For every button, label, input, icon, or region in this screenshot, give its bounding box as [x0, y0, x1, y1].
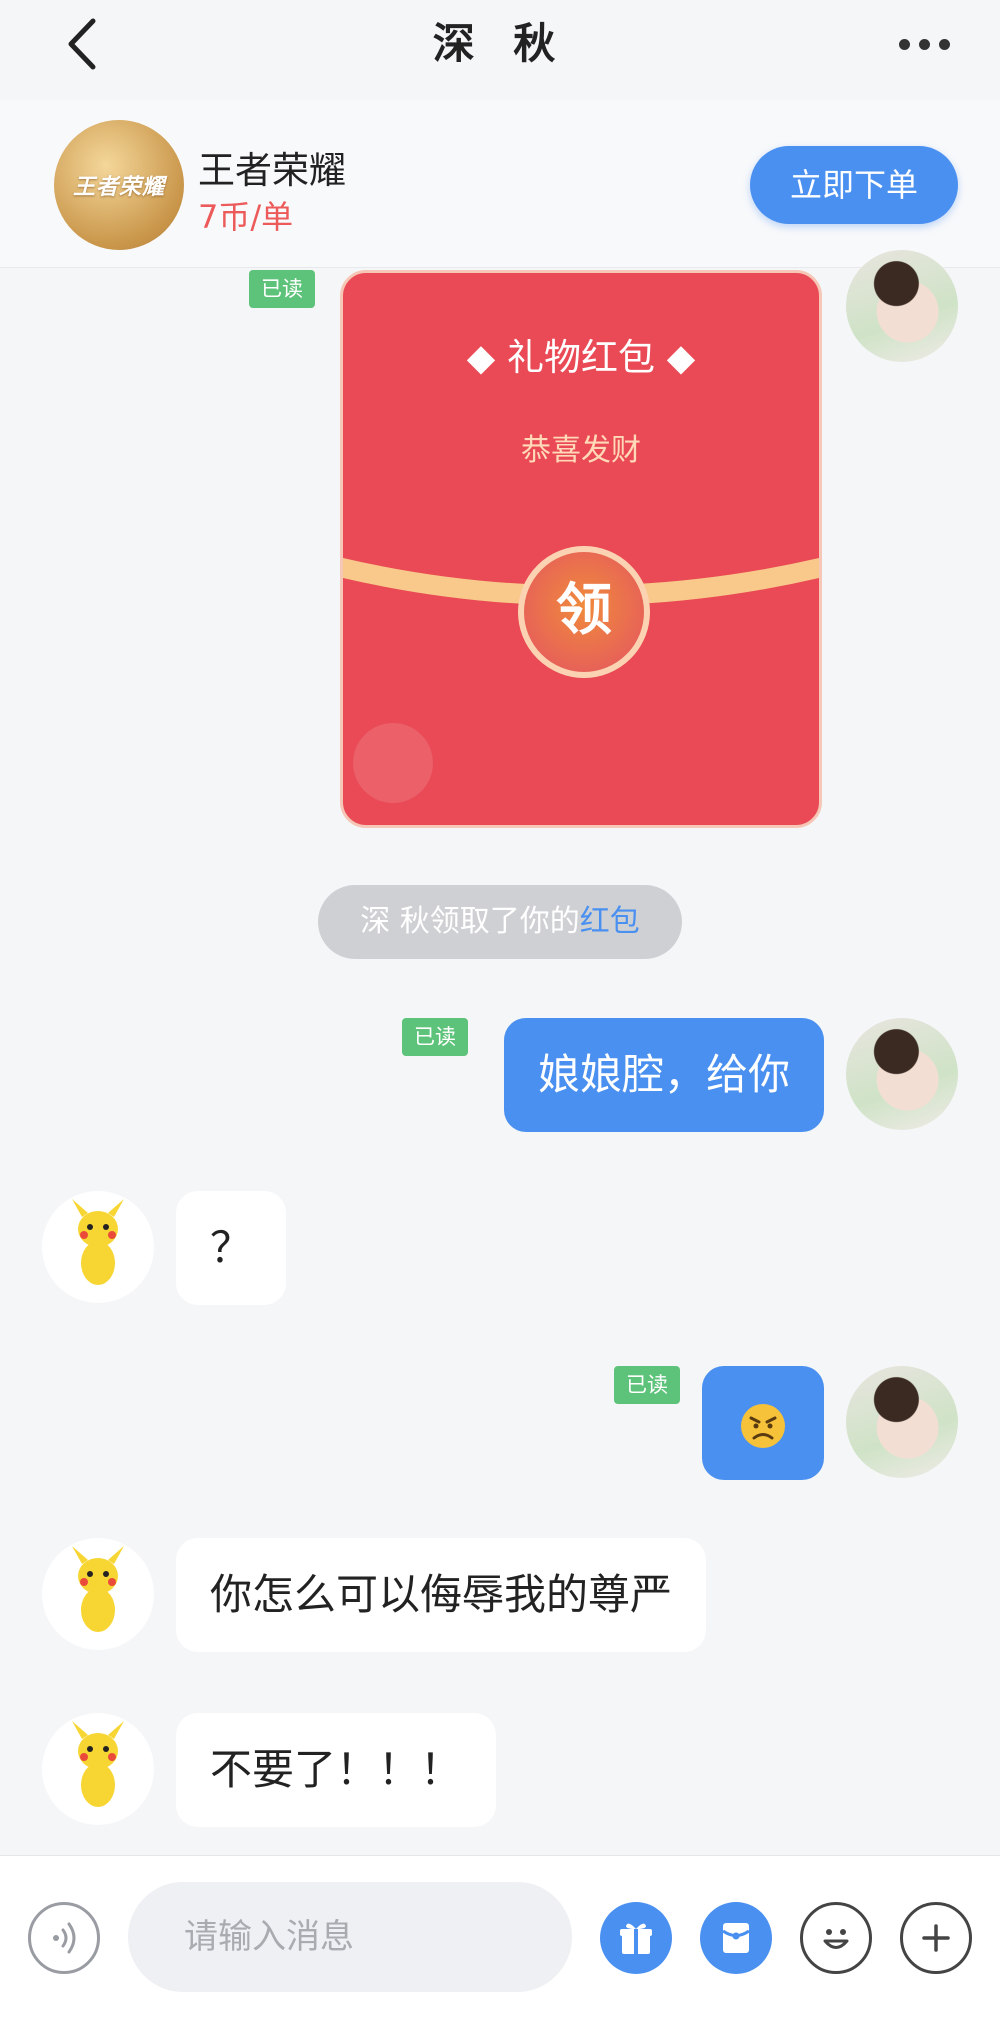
- notice-text: 深 秋领取了你的: [360, 904, 580, 939]
- message-input[interactable]: [128, 1882, 572, 1992]
- red-packet-icon: [722, 1923, 750, 1953]
- contact-avatar[interactable]: [42, 1538, 154, 1650]
- chat-title: 深 秋: [432, 19, 568, 68]
- notice-link[interactable]: 红包: [580, 904, 640, 939]
- my-avatar[interactable]: [846, 1018, 958, 1130]
- message-bubble-received[interactable]: ？: [176, 1191, 287, 1305]
- message-bubble-sent-emoji[interactable]: [702, 1366, 824, 1480]
- system-notice: 深 秋领取了你的红包: [318, 885, 682, 959]
- my-avatar[interactable]: [846, 1366, 958, 1478]
- gift-icon: [620, 1923, 652, 1954]
- order-now-button[interactable]: 立即下单: [750, 146, 958, 224]
- message-bubble-received[interactable]: 不要了！！！: [176, 1713, 497, 1827]
- message-bubble-sent[interactable]: 娘娘腔，给你: [503, 1018, 824, 1132]
- message-bubble-received[interactable]: 你怎么可以侮辱我的尊严: [176, 1538, 707, 1652]
- voice-button[interactable]: [28, 1902, 100, 1974]
- red-packet-decoration: [353, 723, 433, 803]
- red-packet-greeting: 恭喜发财: [521, 433, 641, 468]
- angry-face-icon: [741, 1403, 785, 1448]
- gift-button[interactable]: [600, 1902, 672, 1974]
- emoji-icon: [823, 1929, 849, 1949]
- plus-icon: [922, 1924, 950, 1952]
- more-button[interactable]: [888, 14, 960, 74]
- more-horizontal-icon: [898, 38, 910, 50]
- plus-button[interactable]: [900, 1902, 972, 1974]
- read-badge: 已读: [249, 270, 315, 308]
- red-packet-open-button[interactable]: 领: [518, 546, 650, 678]
- emoji-button[interactable]: [800, 1902, 872, 1974]
- red-packet-card[interactable]: ◆ 礼物红包 ◆ 恭喜发财 领: [340, 270, 822, 828]
- voice-icon: [53, 1922, 76, 1954]
- my-avatar[interactable]: [846, 250, 958, 362]
- pikachu-icon: [72, 1199, 124, 1285]
- red-packet-title: ◆ 礼物红包 ◆: [466, 336, 696, 379]
- contact-avatar[interactable]: [42, 1713, 154, 1825]
- contact-avatar[interactable]: [42, 1191, 154, 1303]
- read-badge: 已读: [614, 1366, 680, 1404]
- game-price: 7币/单: [198, 198, 294, 236]
- read-badge: 已读: [402, 1018, 468, 1056]
- red-packet-button[interactable]: [700, 1902, 772, 1974]
- game-name: 王者荣耀: [198, 149, 346, 192]
- game-logo: 王者荣耀: [54, 120, 184, 250]
- pikachu-icon: [72, 1546, 124, 1632]
- pikachu-icon: [72, 1721, 124, 1807]
